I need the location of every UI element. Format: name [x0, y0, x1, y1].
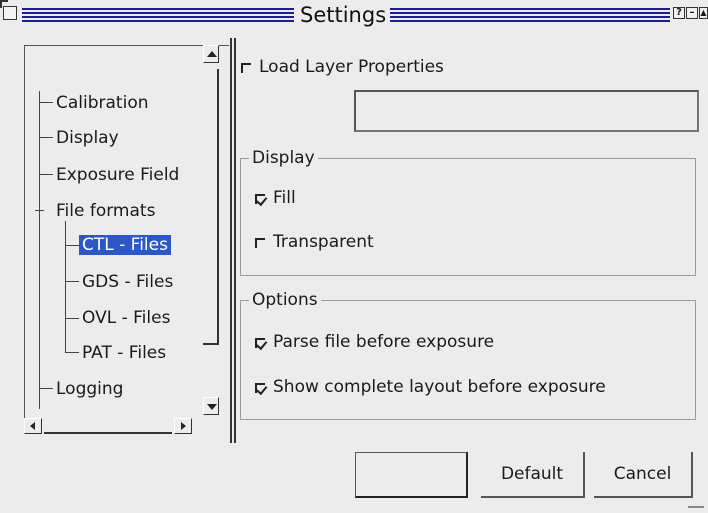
- fill-label: Fill: [273, 188, 296, 208]
- tree-horizontal-scrollbar[interactable]: [24, 418, 205, 434]
- maximize-button[interactable]: ▲: [699, 7, 708, 19]
- help-button[interactable]: ?: [673, 7, 685, 19]
- hscroll-thumb[interactable]: [44, 418, 172, 434]
- scroll-up-button[interactable]: [203, 45, 219, 63]
- tree-item-pat-files[interactable]: PAT - Files: [82, 342, 166, 364]
- display-group: [240, 158, 696, 276]
- tree-branch: [65, 281, 79, 282]
- show-layout-label: Show complete layout before exposure: [273, 377, 606, 397]
- tree-branch: [39, 388, 53, 389]
- transparent-checkbox[interactable]: Transparent: [255, 231, 374, 253]
- tree-item-logging[interactable]: Logging: [56, 378, 123, 400]
- tree-selection: CTL - Files: [79, 235, 171, 255]
- settings-tree[interactable]: Calibration Display Exposure Field File …: [24, 45, 229, 423]
- up-arrow-icon: [207, 51, 217, 57]
- right-arrow-icon: [181, 422, 186, 430]
- tree-branch: [65, 245, 79, 246]
- parse-file-label: Parse file before exposure: [273, 332, 495, 352]
- resize-grip-icon[interactable]: [688, 506, 704, 508]
- tree-expander-icon: [35, 210, 44, 211]
- tree-item-exposure-field[interactable]: Exposure Field: [56, 164, 206, 186]
- scroll-thumb[interactable]: [203, 69, 219, 345]
- checkbox-icon: [241, 63, 251, 73]
- scroll-down-button[interactable]: [203, 397, 219, 415]
- checkbox-icon: [255, 238, 265, 248]
- title-bar[interactable]: Settings ? – ▲: [0, 0, 708, 34]
- tree-item-calibration[interactable]: Calibration: [56, 92, 149, 114]
- checkbox-checked-icon: [255, 194, 265, 204]
- tree-item-ovl-files[interactable]: OVL - Files: [82, 307, 170, 329]
- minimize-button[interactable]: –: [686, 7, 698, 19]
- tree-vertical-scrollbar[interactable]: [203, 45, 219, 417]
- title-stripes-left: [22, 8, 294, 22]
- left-arrow-icon: [30, 422, 35, 430]
- tree-guide-line: [39, 91, 40, 409]
- tree-branch: [65, 318, 79, 319]
- fill-checkbox[interactable]: Fill: [255, 187, 296, 209]
- pane-splitter[interactable]: [230, 38, 236, 443]
- window-menu-icon[interactable]: [3, 6, 17, 20]
- parse-file-checkbox[interactable]: Parse file before exposure: [255, 331, 494, 353]
- layer-file-input[interactable]: [354, 90, 699, 132]
- settings-window: Settings ? – ▲ Calibration Display Expos…: [0, 0, 708, 513]
- tree-item-gds-files[interactable]: GDS - Files: [82, 271, 173, 293]
- tree-branch: [39, 102, 53, 103]
- display-group-title: Display: [249, 148, 318, 168]
- down-arrow-icon: [207, 404, 217, 410]
- scroll-right-button[interactable]: [174, 418, 192, 434]
- ok-button[interactable]: [355, 452, 468, 498]
- window-title: Settings: [300, 3, 387, 27]
- options-group-title: Options: [249, 290, 321, 310]
- tree-branch: [39, 137, 53, 138]
- options-group: [240, 300, 696, 420]
- load-layer-properties-checkbox[interactable]: Load Layer Properties: [241, 56, 444, 78]
- tree-branch: [39, 174, 53, 175]
- cancel-button[interactable]: Cancel: [594, 452, 693, 498]
- tree-item-display[interactable]: Display: [56, 127, 119, 149]
- checkbox-checked-icon: [255, 338, 265, 348]
- title-stripes-right: [390, 8, 670, 22]
- default-button[interactable]: Default: [481, 452, 585, 498]
- checkbox-checked-icon: [255, 383, 265, 393]
- tree-guide-line-sub: [65, 221, 66, 353]
- scroll-left-button[interactable]: [24, 418, 42, 434]
- transparent-label: Transparent: [273, 232, 374, 252]
- tree-item-file-formats[interactable]: File formats: [56, 200, 155, 222]
- tree-branch: [65, 352, 79, 353]
- load-layer-properties-label: Load Layer Properties: [259, 57, 444, 77]
- tree-item-ctl-files[interactable]: CTL - Files: [79, 234, 171, 256]
- show-layout-checkbox[interactable]: Show complete layout before exposure: [255, 376, 606, 398]
